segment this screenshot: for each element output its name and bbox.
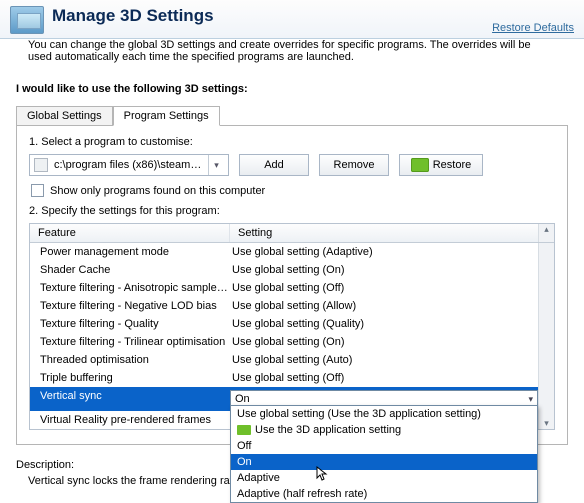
- nvidia-icon: [411, 158, 429, 172]
- tabs: Global Settings Program Settings: [16, 105, 568, 125]
- dropdown-item[interactable]: Use the 3D application setting: [231, 422, 537, 438]
- table-row[interactable]: Triple bufferingUse global setting (Off): [30, 369, 538, 387]
- table-row[interactable]: Texture filtering - Trilinear optimisati…: [30, 333, 538, 351]
- step2-label: 2. Specify the settings for this program…: [29, 205, 555, 217]
- remove-button[interactable]: Remove: [319, 154, 389, 176]
- dropdown-item[interactable]: Use global setting (Use the 3D applicati…: [231, 406, 537, 422]
- program-icon: [34, 158, 48, 172]
- program-settings-panel: 1. Select a program to customise: c:\pro…: [16, 125, 568, 445]
- show-only-label: Show only programs found on this compute…: [50, 185, 265, 197]
- table-row[interactable]: Power management modeUse global setting …: [30, 243, 538, 261]
- feature-cell: Texture filtering - Quality: [30, 318, 230, 330]
- dropdown-item-label: Off: [237, 440, 251, 452]
- feature-cell: Shader Cache: [30, 264, 230, 276]
- feature-cell: Threaded optimisation: [30, 354, 230, 366]
- setting-cell: Use global setting (On): [230, 336, 538, 348]
- feature-cell: Texture filtering - Trilinear optimisati…: [30, 336, 230, 348]
- scroll-up-icon[interactable]: ▴: [538, 224, 554, 242]
- chevron-down-icon: ▾: [208, 155, 224, 175]
- setting-cell: Use global setting (On): [230, 264, 538, 276]
- setting-cell: Use global setting (Quality): [230, 318, 538, 330]
- table-head: Feature Setting ▴: [30, 224, 554, 243]
- tab-global-settings[interactable]: Global Settings: [16, 106, 113, 126]
- restore-defaults-link[interactable]: Restore Defaults: [492, 22, 574, 34]
- feature-cell: Virtual Reality pre-rendered frames: [30, 414, 230, 426]
- scrollbar[interactable]: ▾: [538, 243, 554, 429]
- table-row[interactable]: Shader CacheUse global setting (On): [30, 261, 538, 279]
- nvidia-icon: [237, 425, 251, 435]
- table-row[interactable]: Texture filtering - QualityUse global se…: [30, 315, 538, 333]
- settings-table: Feature Setting ▴ Power management modeU…: [29, 223, 555, 430]
- page-title: Manage 3D Settings: [52, 6, 492, 26]
- add-button[interactable]: Add: [239, 154, 309, 176]
- restore-button[interactable]: Restore: [399, 154, 483, 176]
- feature-cell: Texture filtering - Anisotropic sample o…: [30, 282, 230, 294]
- program-select[interactable]: c:\program files (x86)\steam\st... ▾: [29, 154, 229, 176]
- setting-cell: Use global setting (Off): [230, 372, 538, 384]
- table-body: Power management modeUse global setting …: [30, 243, 538, 429]
- header: Manage 3D Settings Restore Defaults: [0, 0, 584, 39]
- table-row[interactable]: Texture filtering - Negative LOD biasUse…: [30, 297, 538, 315]
- tab-program-settings[interactable]: Program Settings: [113, 106, 220, 126]
- feature-cell: Vertical sync: [30, 390, 230, 408]
- dropdown-item-label: Adaptive (half refresh rate): [237, 488, 367, 500]
- dropdown-item-label: Adaptive: [237, 472, 280, 484]
- setting-cell: Use global setting (Adaptive): [230, 246, 538, 258]
- setting-cell: Use global setting (Allow): [230, 300, 538, 312]
- setting-cell: Use global setting (Auto): [230, 354, 538, 366]
- dropdown-item-label: Use global setting (Use the 3D applicati…: [237, 408, 481, 420]
- dropdown-item[interactable]: On: [231, 454, 537, 470]
- app-icon: [10, 6, 44, 34]
- section-title: I would like to use the following 3D set…: [16, 83, 568, 95]
- program-path: c:\program files (x86)\steam\st...: [54, 159, 202, 171]
- feature-cell: Triple buffering: [30, 372, 230, 384]
- feature-cell: Texture filtering - Negative LOD bias: [30, 300, 230, 312]
- table-row[interactable]: Threaded optimisationUse global setting …: [30, 351, 538, 369]
- vsync-dropdown: Use global setting (Use the 3D applicati…: [230, 405, 538, 503]
- intro-text: You can change the global 3D settings an…: [0, 39, 584, 71]
- dropdown-item-label: On: [237, 456, 252, 468]
- feature-cell: Power management mode: [30, 246, 230, 258]
- dropdown-item[interactable]: Off: [231, 438, 537, 454]
- chevron-down-icon: ▾: [528, 394, 533, 405]
- col-setting: Setting: [230, 224, 538, 242]
- dropdown-item[interactable]: Adaptive: [231, 470, 537, 486]
- restore-button-label: Restore: [433, 159, 472, 171]
- col-feature: Feature: [30, 224, 230, 242]
- table-row[interactable]: Texture filtering - Anisotropic sample o…: [30, 279, 538, 297]
- dropdown-item-label: Use the 3D application setting: [255, 424, 401, 436]
- step1-label: 1. Select a program to customise:: [29, 136, 555, 148]
- setting-cell: Use global setting (Off): [230, 282, 538, 294]
- show-only-checkbox[interactable]: [31, 184, 44, 197]
